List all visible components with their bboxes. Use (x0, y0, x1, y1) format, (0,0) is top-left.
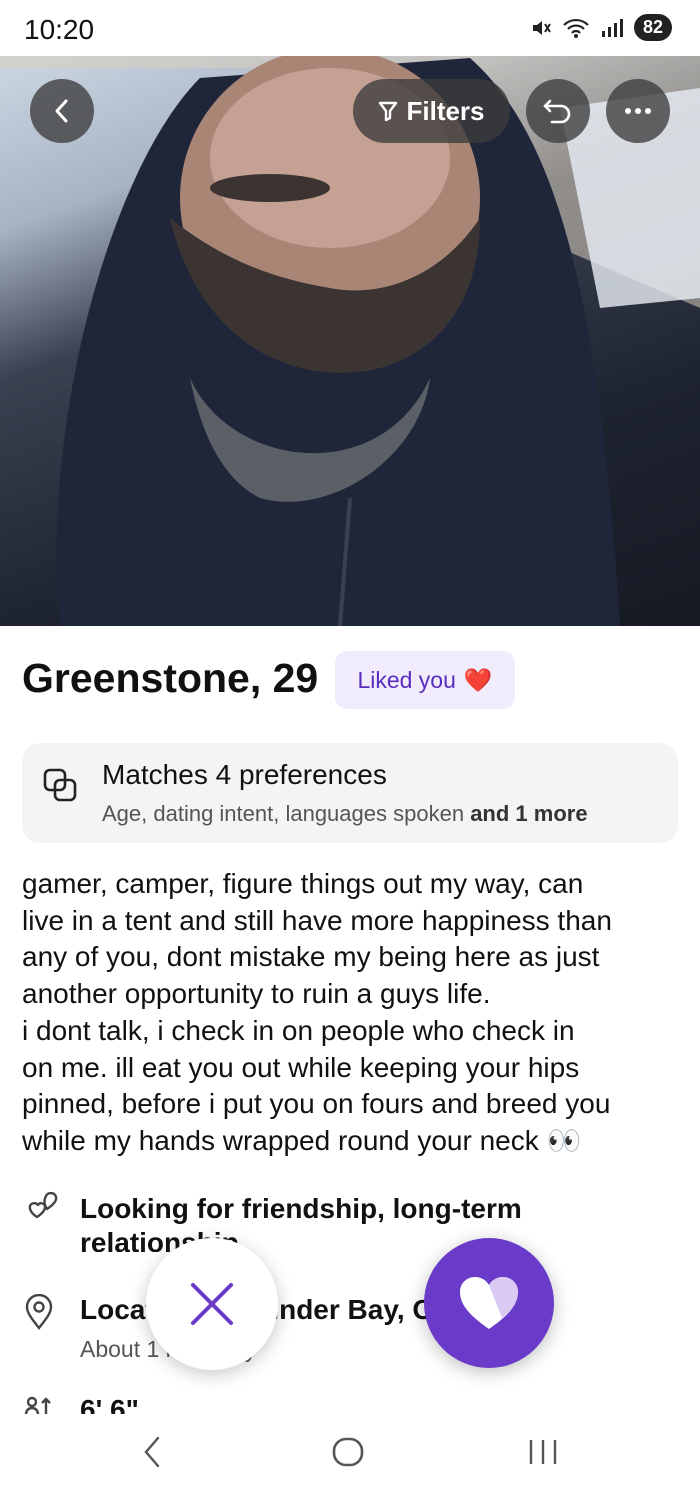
filter-icon (379, 101, 398, 122)
overlap-squares-icon (43, 768, 77, 802)
like-button[interactable] (424, 1238, 554, 1368)
preferences-title: Matches 4 preferences (102, 759, 387, 790)
pin-icon (25, 1294, 53, 1330)
preferences-card[interactable]: Matches 4 preferences Age, dating intent… (22, 743, 678, 843)
height-row: 6' 6" (0, 1386, 700, 1414)
close-icon (191, 1283, 233, 1325)
preferences-subtitle: Age, dating intent, languages spoken and… (102, 801, 588, 827)
nav-recents-icon[interactable] (526, 1432, 560, 1472)
heart-icon (460, 1277, 518, 1329)
nav-back-icon[interactable] (140, 1432, 164, 1472)
profile-name-age: Greenstone, 29 (22, 655, 319, 701)
looking-for-text: Looking for friendship, long-term relati… (80, 1193, 522, 1252)
height-icon (24, 1396, 51, 1414)
status-time: 10:20 (24, 14, 95, 45)
hearts-icon (28, 1191, 58, 1219)
more-icon (625, 108, 651, 114)
battery-indicator: 82 (633, 14, 672, 41)
liked-you-badge: Liked you ❤️ (335, 651, 515, 709)
chevron-left-icon (55, 99, 68, 123)
status-icons: 82 (530, 14, 672, 41)
preferences-more: and 1 more (470, 801, 588, 826)
filters-button[interactable]: Filters (353, 79, 510, 143)
nav-home-icon[interactable] (330, 1432, 366, 1472)
filters-label: Filters (406, 95, 485, 126)
system-nav-bar (0, 1414, 700, 1501)
height-text: 6' 6" (80, 1394, 139, 1414)
wifi-icon (563, 18, 589, 38)
heart-emoji-icon: ❤️ (463, 666, 493, 693)
undo-button[interactable] (526, 79, 590, 143)
mute-icon (532, 20, 551, 35)
pass-button[interactable] (146, 1238, 278, 1370)
preferences-list: Age, dating intent, languages spoken (102, 801, 465, 826)
back-button[interactable] (30, 79, 94, 143)
profile-photo[interactable] (0, 48, 700, 626)
liked-you-label: Liked you (357, 666, 456, 693)
undo-icon (543, 99, 571, 124)
signal-icon (601, 18, 623, 37)
more-options-button[interactable] (606, 79, 670, 143)
photo-illustration (0, 48, 700, 626)
status-bar: 10:20 82 (0, 0, 700, 56)
profile-bio: gamer, camper, figure things out my way,… (22, 868, 612, 1156)
